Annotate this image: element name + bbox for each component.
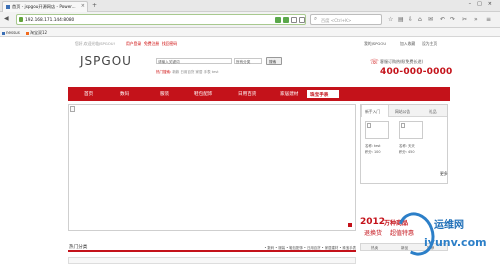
site-search-button[interactable]: 搜索: [266, 57, 282, 65]
greeting-text: 您好,欢迎光临JSPGOU!: [75, 41, 116, 46]
category-content: [68, 257, 356, 264]
address-url[interactable]: 192.168.171.144:8080: [25, 18, 74, 23]
tab-beginner[interactable]: 新手入门: [361, 105, 389, 117]
main-banner[interactable]: [68, 104, 356, 231]
product-thumbnail[interactable]: [399, 121, 423, 139]
menu-icon[interactable]: ≡: [486, 16, 491, 23]
browser-tab[interactable]: 首页 - jspgou开源网店 - Power... ×: [2, 1, 88, 12]
site-search-input[interactable]: 请输入关键词: [156, 58, 232, 64]
library-icon[interactable]: ▤: [398, 16, 404, 23]
undo-icon[interactable]: ↶: [440, 16, 445, 23]
forgot-password-link[interactable]: 找回密码: [162, 41, 177, 47]
redo-icon[interactable]: ↷: [450, 16, 455, 23]
extensions-icon[interactable]: »: [474, 16, 478, 23]
bookmarks-bar: nessus 淘宝双12: [0, 28, 500, 37]
bookmark-icon: [2, 31, 5, 35]
watermark-domain: iyunv.com: [424, 236, 487, 249]
site-identity-icon[interactable]: [19, 17, 23, 22]
site-search-button-label: 搜索: [269, 59, 277, 64]
shield-icon[interactable]: [283, 17, 289, 23]
add-favorite-link[interactable]: 加入收藏: [400, 41, 415, 47]
search-icon: ⌕: [314, 16, 318, 22]
main-menu: 首页 数码 服装 鞋包配饰 日用百货 家居建材 珠宝手表: [68, 87, 450, 101]
register-link[interactable]: 免费注册: [144, 41, 159, 47]
product-points: 积分: 100: [365, 150, 381, 154]
tab-gift[interactable]: 礼品: [429, 109, 437, 115]
my-account-link[interactable]: 我的JSPGOU: [364, 41, 386, 47]
login-link[interactable]: 用户登录: [126, 41, 141, 47]
site-search-placeholder: 请输入关键词: [158, 59, 180, 64]
window-controls[interactable]: –□×: [469, 1, 498, 7]
broken-image-icon: [70, 106, 75, 112]
promo-line2: 退换货: [364, 230, 383, 237]
menu-item-bags[interactable]: 鞋包配饰: [194, 91, 212, 97]
menu-item-jewelry[interactable]: 珠宝手表: [306, 89, 340, 99]
hot-search-words[interactable]: 新款 日用百货 家居 手表 test: [172, 70, 218, 74]
browser-titlebar: 首页 - jspgou开源网店 - Power... × + –□×: [0, 0, 500, 12]
hot-category-links[interactable]: • 数码 • 服装 • 鞋包配饰 • 日用百货 • 家居建材 • 珠宝手表: [264, 245, 356, 250]
menu-item-daily[interactable]: 日用百货: [238, 91, 256, 97]
menu-item-home[interactable]: 首页: [84, 91, 93, 97]
browser-navbar: ◀ 192.168.171.144:8080 ⌕ 百度 <Ctrl+K> ☆ ▤…: [0, 12, 500, 28]
hot-search-label: 热门搜索:: [156, 70, 172, 74]
search-category-select[interactable]: 所有分类: [234, 58, 262, 64]
more-link[interactable]: 更多: [440, 171, 448, 177]
product-points: 积分: 450: [399, 150, 415, 154]
bookmark-nessus[interactable]: nessus: [2, 30, 20, 35]
hot-category-title: 热门分类: [69, 245, 88, 250]
phone-icon: ☏: [370, 58, 379, 66]
menu-item-digital[interactable]: 数码: [120, 91, 129, 97]
tab-title: 首页 - jspgou开源网店 - Power...: [12, 4, 76, 9]
menu-item-jewelry-label: 珠宝手表: [310, 93, 329, 98]
browser-search-box[interactable]: ⌕ 百度 <Ctrl+K>: [310, 14, 382, 25]
broken-image-icon: [367, 123, 371, 128]
side-panel: 新手入门 网站公告 礼品 名称: test 积分: 100 名称: 天天 积分:…: [360, 104, 448, 184]
hot-searches: 热门搜索: 新款 日用百货 家居 手表 test: [156, 70, 218, 75]
tab-announcement[interactable]: 网站公告: [395, 109, 410, 115]
site-logo[interactable]: JSPGOU: [80, 54, 132, 68]
star-icon[interactable]: ☆: [388, 16, 393, 23]
home-icon[interactable]: ⌂: [418, 16, 422, 23]
site-topbar: 您好,欢迎光临JSPGOU! 用户登录 免费注册 找回密码 我的JSPGOU 加…: [70, 41, 450, 49]
compat-icon[interactable]: [275, 17, 281, 23]
new-tab-icon[interactable]: +: [92, 2, 97, 9]
menu-item-clothing[interactable]: 服装: [160, 91, 169, 97]
chat-icon[interactable]: ✉: [428, 16, 433, 23]
product-thumbnail[interactable]: [365, 121, 389, 139]
tab-close-icon[interactable]: ×: [81, 3, 85, 9]
hot-category-header: 热门分类 • 数码 • 服装 • 鞋包配饰 • 日用百货 • 家居建材 • 珠宝…: [68, 244, 356, 252]
menu-item-home-furnishing[interactable]: 家居建材: [280, 91, 298, 97]
hotline-number: 400-000-0000: [380, 67, 453, 77]
product-name[interactable]: 名称: test: [365, 143, 381, 148]
bookmark-icon: [26, 31, 29, 35]
screenshot-icon[interactable]: ✂: [462, 16, 467, 23]
tab-favicon-icon: [6, 5, 10, 9]
promo-year: 2012: [360, 217, 386, 227]
broken-image-icon: [401, 123, 405, 128]
download-icon[interactable]: ⇩: [408, 16, 413, 23]
tab-hot[interactable]: 热卖: [371, 246, 378, 251]
search-category-value: 所有分类: [236, 59, 251, 64]
address-bar[interactable]: 192.168.171.144:8080: [16, 14, 306, 25]
watermark-cn: 运维网: [434, 220, 464, 231]
set-home-link[interactable]: 设为主页: [422, 41, 437, 47]
hotline-label: 客服订购热线(免费长途): [380, 59, 424, 64]
reader-icon[interactable]: [291, 17, 297, 23]
banner-indicator[interactable]: [348, 223, 352, 227]
bookmark-taobao[interactable]: 淘宝双12: [26, 30, 47, 36]
product-name[interactable]: 名称: 天天: [399, 143, 415, 148]
back-icon[interactable]: ◀: [4, 15, 9, 22]
browser-search-placeholder: 百度 <Ctrl+K>: [321, 18, 352, 23]
watermark: 运维网 iyunv.com: [391, 207, 498, 262]
side-tabs: 新手入门 网站公告 礼品: [361, 105, 447, 117]
refresh-icon[interactable]: [299, 17, 305, 23]
